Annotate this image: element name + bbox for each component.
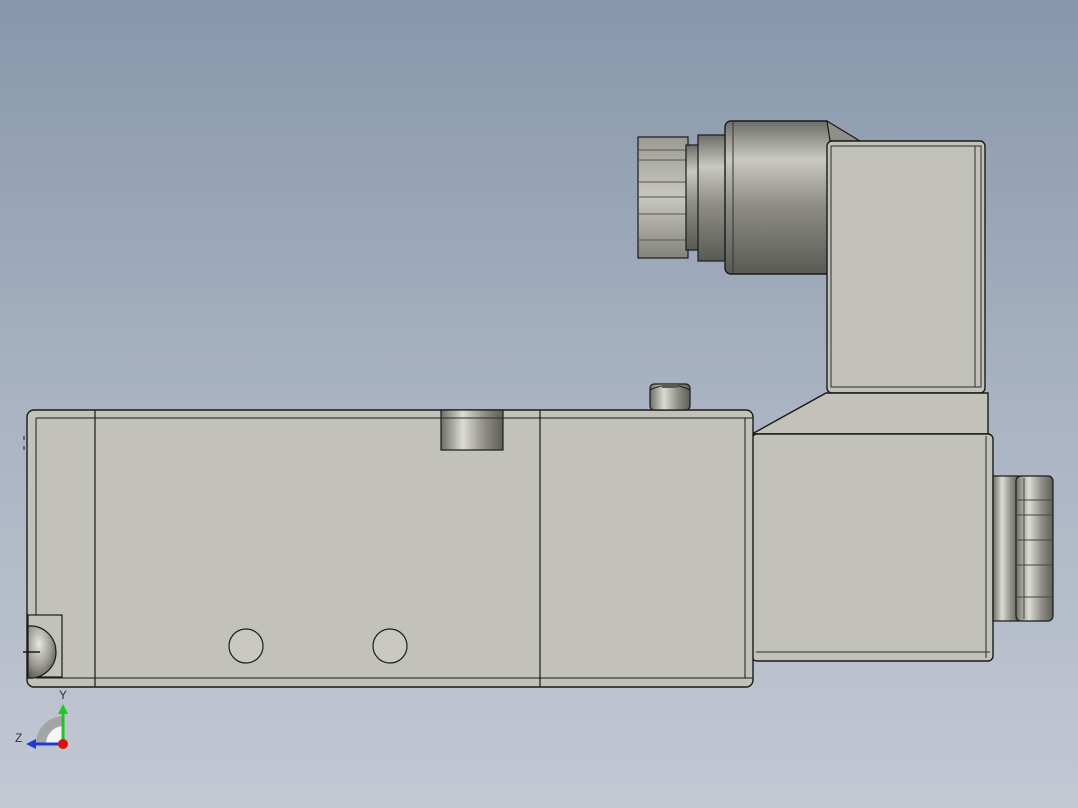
orientation-triad[interactable] bbox=[26, 704, 68, 749]
y-axis-label: Y bbox=[59, 688, 68, 702]
z-axis-label: Z bbox=[15, 731, 23, 745]
gland-body bbox=[724, 120, 832, 275]
coil-bevel bbox=[749, 392, 989, 435]
valve-body[interactable] bbox=[26, 409, 754, 688]
coil-body bbox=[751, 433, 994, 662]
top-cable-gland[interactable] bbox=[637, 120, 832, 275]
top-port-fitting[interactable] bbox=[440, 409, 504, 451]
exhaust-plug[interactable] bbox=[23, 614, 63, 679]
housing-inner-face bbox=[830, 145, 982, 388]
cad-viewport[interactable]: Y Z bbox=[0, 0, 1078, 808]
z-axis-arrowhead bbox=[26, 739, 36, 749]
housing-bevel-top bbox=[826, 119, 863, 142]
override-slot-groove bbox=[662, 384, 678, 388]
coil-lock-nut[interactable] bbox=[992, 475, 1054, 622]
lock-nut bbox=[1015, 475, 1054, 622]
port-boss bbox=[440, 409, 504, 451]
mounting-hole bbox=[372, 628, 408, 664]
din-connector-housing[interactable] bbox=[826, 119, 986, 394]
lock-nut-washer bbox=[992, 475, 1020, 622]
x-axis-dot bbox=[58, 739, 68, 749]
y-axis-arrowhead bbox=[58, 704, 68, 714]
solenoid-coil-block[interactable] bbox=[749, 392, 994, 662]
manual-override-screw[interactable] bbox=[649, 383, 691, 411]
mounting-hole bbox=[228, 628, 264, 664]
gland-collar bbox=[697, 134, 729, 262]
solenoid-valve-model[interactable] bbox=[0, 0, 1078, 808]
